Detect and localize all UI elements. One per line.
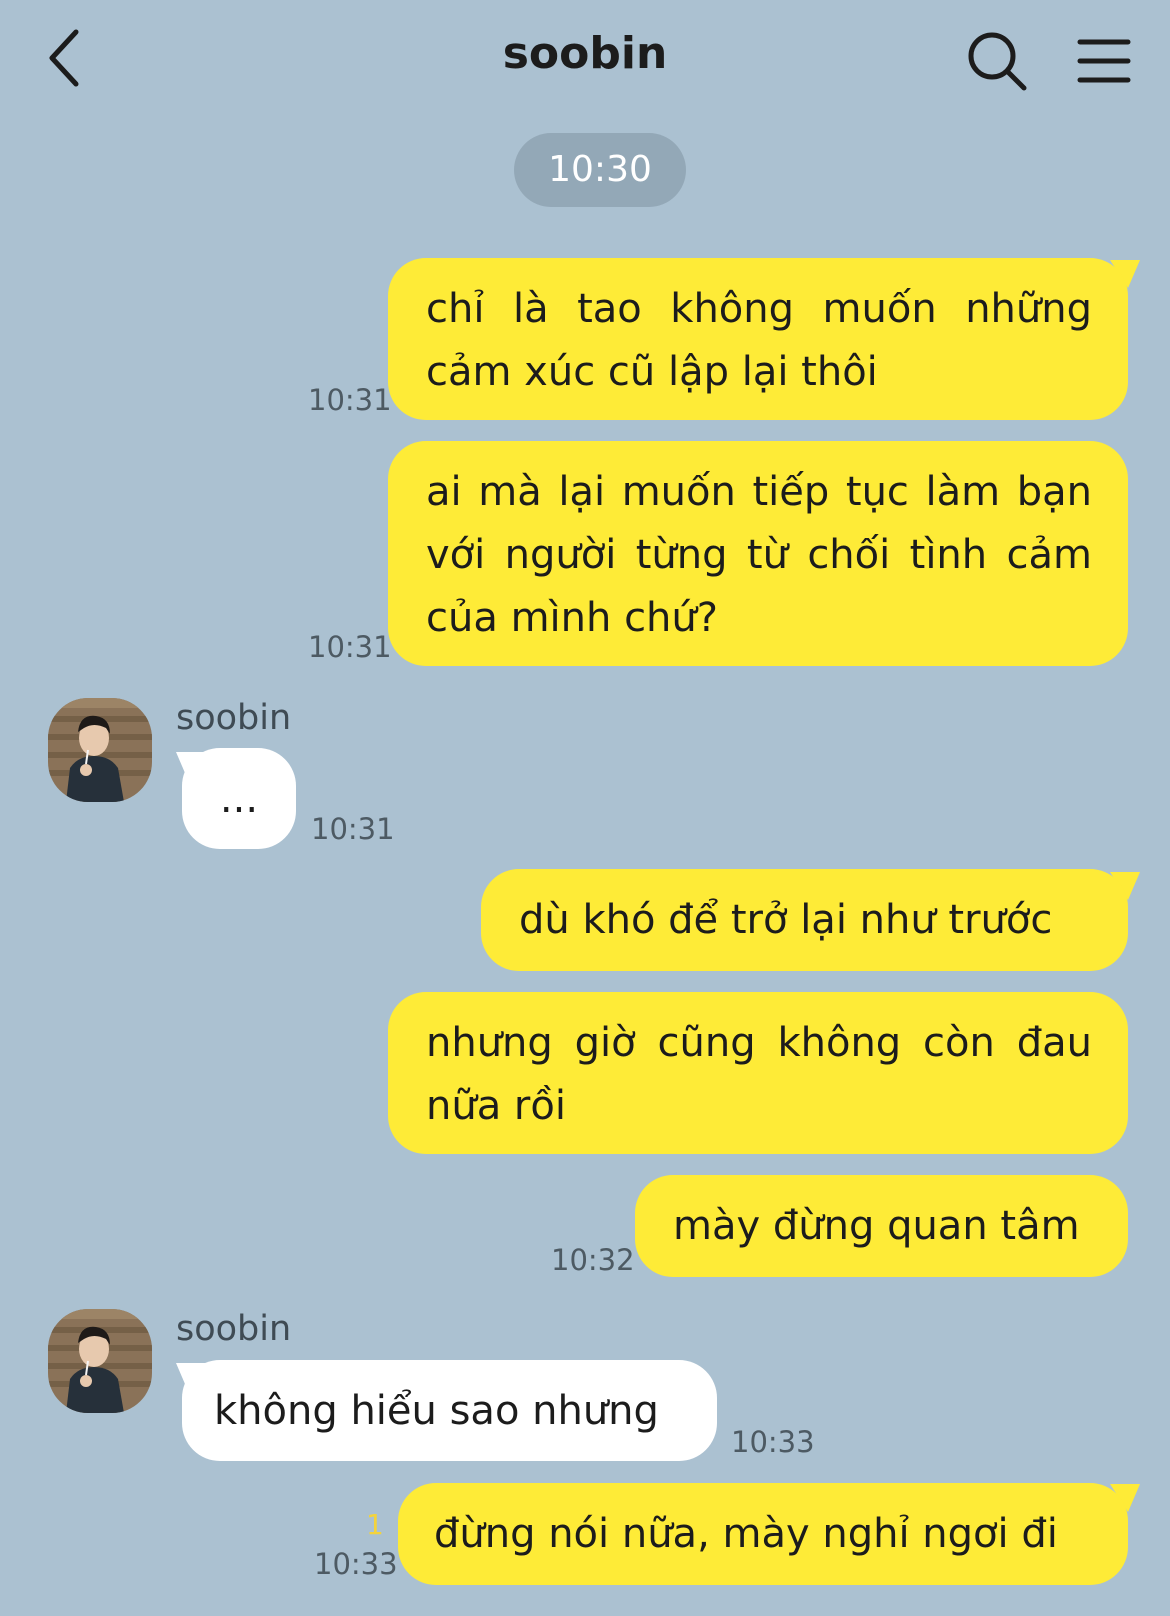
my-message[interactable]: dù khó để trở lại như trước xyxy=(481,869,1128,971)
unread-count: 1 xyxy=(366,1508,384,1541)
avatar[interactable] xyxy=(48,1309,152,1413)
message-time: 10:33 xyxy=(314,1547,398,1581)
search-icon xyxy=(968,32,1027,91)
chat-header: soobin xyxy=(0,0,1170,120)
sender-name: soobin xyxy=(176,698,292,738)
my-message[interactable]: nhưng giờ cũng không còn đau nữa rồi xyxy=(388,992,1128,1154)
message-time: 10:32 xyxy=(551,1243,635,1277)
back-button[interactable] xyxy=(40,26,96,90)
sender-name: soobin xyxy=(176,1309,292,1349)
my-message[interactable]: đừng nói nữa, mày nghỉ ngơi đi xyxy=(398,1483,1128,1585)
profile-photo xyxy=(48,1309,152,1413)
profile-photo xyxy=(48,698,152,802)
their-message[interactable]: không hiểu sao nhưng xyxy=(182,1360,717,1461)
hamburger-menu-icon xyxy=(1077,39,1131,83)
their-message[interactable]: ... xyxy=(182,748,296,849)
message-time: 10:33 xyxy=(731,1425,815,1459)
avatar[interactable] xyxy=(48,698,152,802)
search-button[interactable] xyxy=(966,30,1028,92)
message-time: 10:31 xyxy=(311,812,395,846)
my-message[interactable]: ai mà lại muốn tiếp tục làm bạn với ngườ… xyxy=(388,441,1128,666)
message-time: 10:31 xyxy=(308,383,392,417)
menu-button[interactable] xyxy=(1076,36,1132,86)
message-time: 10:31 xyxy=(308,630,392,664)
chevron-left-icon xyxy=(49,29,79,87)
my-message[interactable]: chỉ là tao không muốn những cảm xúc cũ l… xyxy=(388,258,1128,420)
my-message[interactable]: mày đừng quan tâm xyxy=(635,1175,1128,1277)
time-separator: 10:30 xyxy=(514,133,686,207)
